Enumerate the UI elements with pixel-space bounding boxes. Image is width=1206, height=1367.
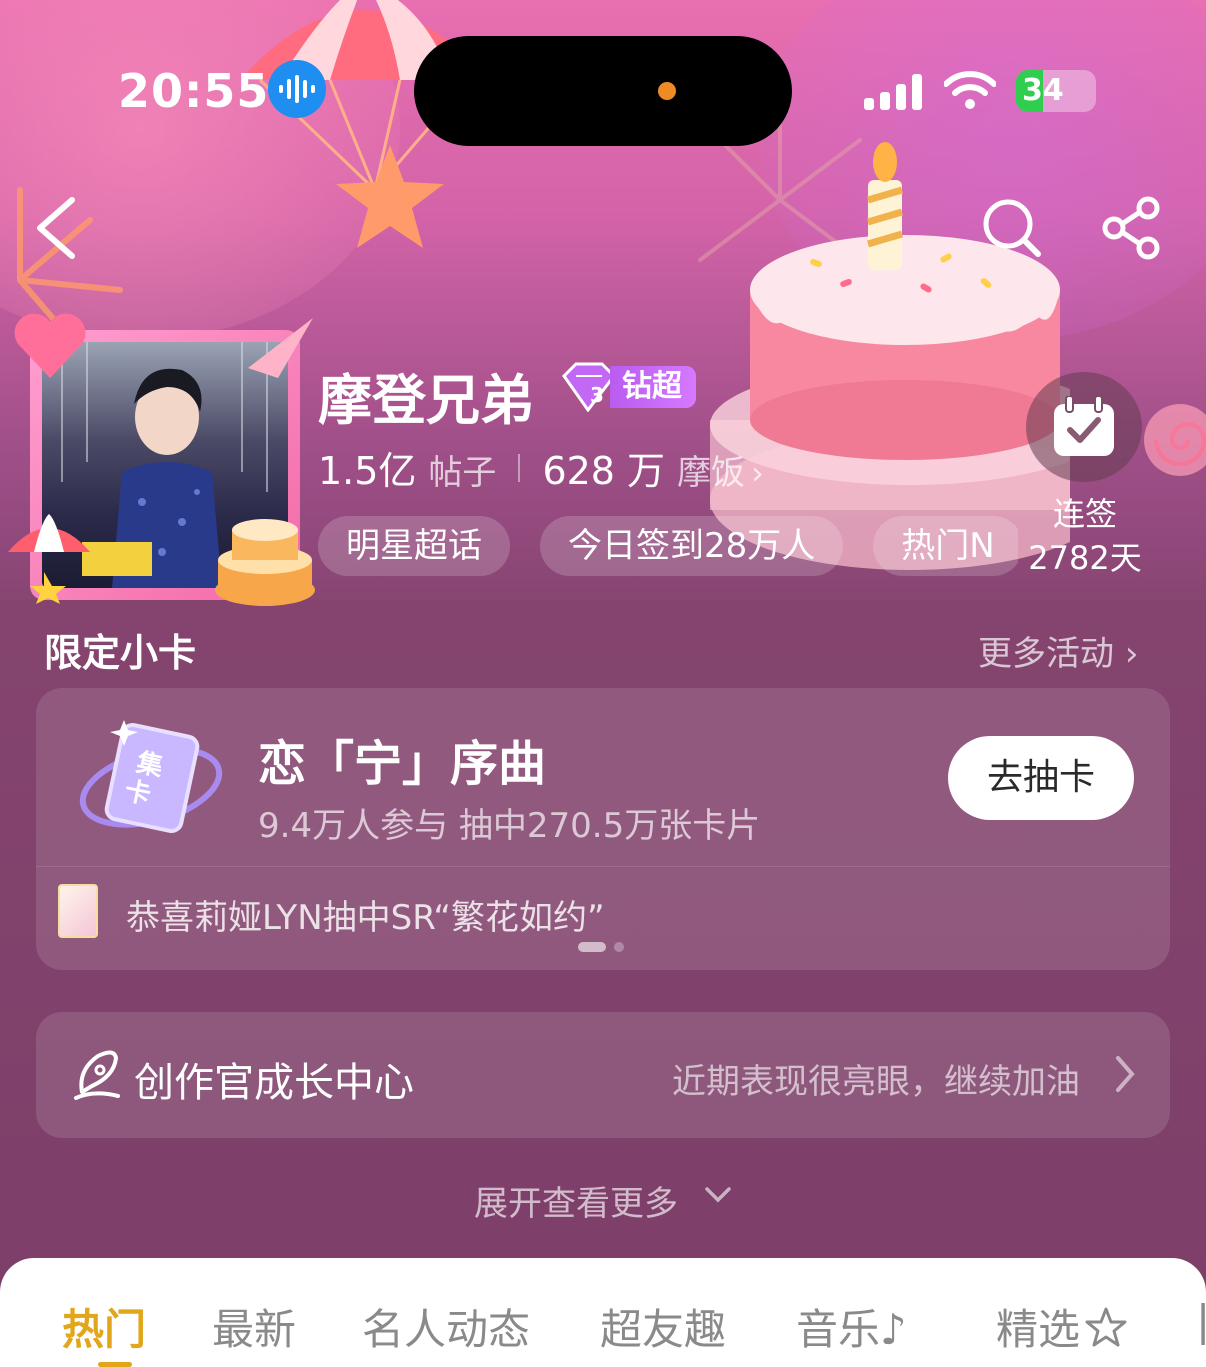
- diamond-icon: 3: [562, 362, 616, 412]
- card-collection-icon: 集 卡: [79, 720, 223, 833]
- camera-indicator: [658, 82, 676, 100]
- growth-center-title: 创作官成长中心: [134, 1060, 414, 1106]
- stats-divider: [518, 453, 521, 482]
- tab-celebrity-news[interactable]: 名人动态: [362, 1296, 530, 1357]
- draw-announcement: 恭喜莉娅LYN抽中SR“繁花如约”: [126, 898, 605, 938]
- mini-cake-decoration: [215, 519, 315, 606]
- checkin-days: 2782天: [1028, 539, 1142, 577]
- vip-badge[interactable]: 3 钻超: [558, 362, 696, 412]
- music-note-icon: ♪: [880, 1305, 907, 1354]
- chevron-down-icon[interactable]: [704, 1186, 732, 1204]
- vip-badge-label: 钻超: [610, 366, 696, 408]
- carousel-dot-active: [578, 942, 606, 952]
- draw-card-button[interactable]: 去抽卡: [948, 736, 1134, 820]
- checkin-streak[interactable]: 连签 2782天: [1020, 492, 1150, 580]
- posts-label: 帖子: [428, 453, 497, 493]
- card-event-stats: 9.4万人参与 抽中270.5万张卡片: [258, 806, 761, 846]
- active-tab-indicator: [98, 1362, 132, 1367]
- svg-text:3: 3: [590, 383, 604, 407]
- checkin-button[interactable]: [1026, 372, 1142, 482]
- growth-center-desc: 近期表现很亮眼，继续加油: [672, 1062, 1080, 1102]
- card-draw-panel[interactable]: 集 卡 恋「宁」序曲 9.4万人参与 抽中270.5万张卡片 去抽卡 恭喜莉娅L…: [36, 688, 1170, 970]
- tab-featured[interactable]: 精选: [996, 1296, 1128, 1357]
- tab-overflow[interactable]: |: [1196, 1296, 1206, 1345]
- tab-music-label: 音乐: [796, 1305, 881, 1354]
- card-divider: [36, 866, 1170, 867]
- tag-chip[interactable]: 明星超话: [318, 516, 510, 576]
- dynamic-island: [414, 36, 792, 146]
- carousel-indicator: [578, 942, 624, 952]
- section-title: 限定小卡: [44, 631, 197, 675]
- card-thumbnail: [58, 884, 98, 938]
- status-time: 20:55: [118, 64, 270, 118]
- topic-stats: 1.5亿 帖子 628 万 摩饭 ›: [318, 440, 764, 495]
- party-hat-decoration: [248, 318, 313, 378]
- tab-hot[interactable]: 热门: [62, 1296, 146, 1357]
- chevron-right-icon[interactable]: ›: [751, 454, 764, 492]
- fans-label[interactable]: 摩饭: [677, 445, 745, 494]
- card-event-title: 恋「宁」序曲: [258, 736, 547, 792]
- topic-title: 摩登兄弟: [318, 369, 534, 432]
- mini-parachute-decoration: [8, 514, 90, 604]
- tag-chip[interactable]: 热门N: [873, 516, 1018, 576]
- posts-count: 1.5亿: [318, 449, 417, 493]
- content-tabs: 热门 最新 名人动态 超友趣 音乐♪ 精选 |: [0, 1258, 1206, 1367]
- tag-chip[interactable]: 今日签到28万人: [540, 516, 844, 576]
- tab-fun[interactable]: 超友趣: [600, 1296, 726, 1357]
- search-button[interactable]: [980, 196, 1044, 260]
- tab-featured-label: 精选: [996, 1305, 1081, 1354]
- chevron-right-icon: [1116, 1056, 1135, 1092]
- star-icon: [1085, 1307, 1127, 1347]
- topic-tags: 明星超话 今日签到28万人 热门N: [318, 516, 1018, 576]
- wifi-icon: [944, 71, 996, 109]
- back-button[interactable]: [32, 196, 82, 260]
- more-activities-label: 更多活动: [978, 634, 1114, 674]
- carousel-dot: [614, 942, 624, 952]
- share-button[interactable]: [1100, 196, 1164, 260]
- cellular-signal-icon: [864, 74, 922, 110]
- balloon-heart-decoration: [14, 313, 86, 378]
- quill-icon: [74, 1050, 120, 1100]
- expand-more-link[interactable]: 展开查看更多: [474, 1176, 678, 1225]
- checkin-label: 连签: [1052, 495, 1117, 533]
- voice-activity-icon: [268, 60, 326, 118]
- tab-latest[interactable]: 最新: [212, 1296, 296, 1357]
- more-activities-link[interactable]: 更多活动 ›: [978, 626, 1138, 675]
- battery-indicator: 34: [1016, 70, 1096, 112]
- calendar-check-icon: [1054, 396, 1114, 456]
- star-decoration: [336, 145, 444, 248]
- tab-music[interactable]: 音乐♪: [796, 1296, 907, 1357]
- fans-count[interactable]: 628 万: [542, 440, 665, 495]
- chevron-right-icon: ›: [1124, 634, 1139, 674]
- battery-percent: 34: [1022, 73, 1064, 108]
- creator-growth-center[interactable]: 创作官成长中心 近期表现很亮眼，继续加油: [36, 1012, 1170, 1138]
